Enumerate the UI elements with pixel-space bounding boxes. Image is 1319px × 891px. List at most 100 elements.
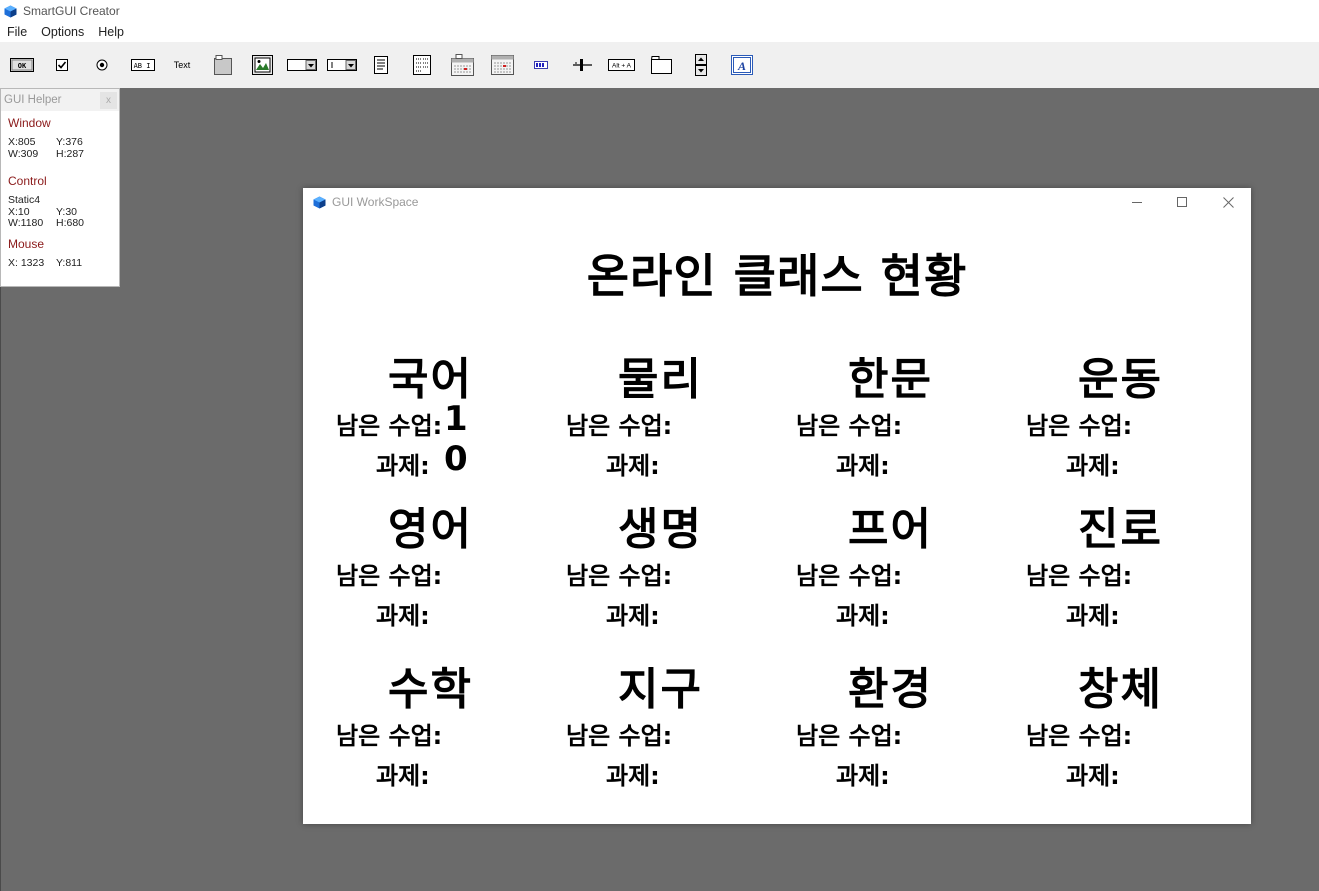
tool-edit[interactable]: AB I [130, 54, 155, 76]
assignment-label: 과제: [836, 762, 890, 790]
tool-monthcal[interactable] [490, 54, 514, 76]
assignment-label: 과제: [1066, 452, 1120, 480]
assignment-label: 과제: [1066, 602, 1120, 630]
font-icon: A [731, 55, 753, 75]
tool-datetime[interactable] [450, 54, 474, 76]
close-icon [1222, 196, 1234, 208]
workspace-title-bar[interactable]: GUI WorkSpace [303, 188, 1251, 216]
window-h: H:287 [56, 147, 85, 160]
svg-text:OK: OK [17, 62, 26, 70]
monthcal-icon [490, 55, 514, 75]
remaining-classes-label: 남은 수업: [336, 562, 443, 590]
tool-listbox[interactable] [373, 54, 389, 76]
remaining-classes-label: 남은 수업: [566, 562, 673, 590]
assignment-label: 과제: [836, 452, 890, 480]
ok-button-icon: OK [9, 58, 34, 72]
slider-icon [572, 59, 592, 71]
updown-icon [695, 54, 707, 76]
assignment-value: 0 [444, 439, 468, 479]
tab-icon [650, 56, 672, 74]
subject-name: 영어 [388, 504, 473, 555]
menu-bar: File Options Help [0, 22, 1319, 42]
mouse-x: X: 1323 [8, 256, 45, 269]
gui-workspace-window[interactable]: GUI WorkSpace 온라인 클래스 현황 국어 남은 수업: 과제: 1 0 물리… [303, 188, 1251, 824]
text-icon: Text [173, 60, 191, 70]
tool-groupbox[interactable] [213, 54, 232, 76]
helper-title: GUI Helper [4, 94, 62, 106]
remaining-classes-label: 남은 수업: [566, 722, 673, 750]
helper-control-label: Control [8, 174, 47, 188]
tool-text[interactable]: Text [171, 54, 193, 76]
control-h: H:680 [56, 217, 85, 229]
assignment-label: 과제: [376, 602, 430, 630]
subject-name: 국어 [388, 354, 473, 405]
tool-ok-button[interactable]: OK [9, 54, 34, 76]
svg-text:A: A [737, 59, 746, 73]
helper-window-label: Window [8, 116, 51, 130]
remaining-classes-label: 남은 수업: [796, 562, 903, 590]
tool-tab[interactable] [650, 54, 672, 76]
assignment-label: 과제: [606, 602, 660, 630]
helper-mouse-info: X: 1323 Y:811 [8, 256, 119, 270]
remaining-classes-value: 1 [444, 399, 468, 439]
groupbox-icon [213, 55, 232, 75]
maximize-icon [1177, 197, 1187, 207]
checkbox-icon [56, 59, 68, 71]
helper-window-info: X:805 Y:376 W:309 H:287 [8, 136, 119, 160]
assignment-label: 과제: [376, 762, 430, 790]
tool-checkbox[interactable] [55, 54, 69, 76]
tool-combobox[interactable] [327, 54, 357, 76]
menu-file[interactable]: File [0, 25, 34, 39]
datetime-icon [450, 54, 474, 76]
helper-close-button[interactable]: x [100, 91, 117, 109]
assignment-label: 과제: [376, 452, 430, 480]
tool-updown[interactable] [694, 54, 708, 76]
subject-name: 수학 [388, 664, 473, 715]
helper-control-info: Static4 X:10 Y:30 W:1180 H:680 [8, 194, 119, 230]
tool-progress[interactable] [533, 54, 549, 76]
minimize-icon [1132, 202, 1142, 203]
assignment-label: 과제: [1066, 762, 1120, 790]
tool-radio[interactable] [95, 54, 108, 76]
minimize-button[interactable] [1114, 188, 1160, 216]
listbox-icon [374, 56, 388, 74]
subject-name: 생명 [618, 504, 703, 555]
subject-name: 창체 [1078, 664, 1163, 715]
listview-icon [413, 55, 431, 75]
subject-name: 물리 [618, 354, 703, 405]
close-button[interactable] [1205, 188, 1251, 216]
app-cube-icon [313, 196, 326, 208]
dropdown-icon [287, 59, 317, 71]
menu-options[interactable]: Options [34, 25, 91, 39]
hotkey-icon: Alt + A [607, 59, 635, 71]
helper-mouse-label: Mouse [8, 236, 45, 251]
subject-name: 운동 [1078, 354, 1163, 405]
tool-dropdown[interactable] [287, 54, 317, 76]
edit-icon: AB I [130, 59, 155, 71]
tool-font[interactable]: A [731, 54, 753, 76]
control-name: Static4 [8, 194, 41, 206]
remaining-classes-label: 남은 수업: [796, 412, 903, 440]
tool-listview[interactable] [412, 54, 432, 76]
assignment-label: 과제: [606, 452, 660, 480]
app-title: SmartGUI Creator [23, 4, 120, 18]
picture-icon [251, 55, 273, 75]
tool-slider[interactable] [571, 54, 593, 76]
remaining-classes-label: 남은 수업: [336, 412, 443, 440]
subject-name: 프어 [848, 504, 933, 555]
maximize-button[interactable] [1159, 188, 1205, 216]
close-icon: x [106, 94, 111, 106]
menu-help[interactable]: Help [91, 25, 131, 39]
window-x: X:805 [8, 136, 36, 148]
assignment-label: 과제: [606, 762, 660, 790]
tool-picture[interactable] [251, 54, 273, 76]
subject-name: 환경 [848, 664, 933, 715]
window-w: W:309 [8, 147, 39, 160]
remaining-classes-label: 남은 수업: [1026, 412, 1133, 440]
tool-hotkey[interactable]: Alt + A [607, 54, 635, 76]
progress-icon [534, 61, 548, 69]
radio-icon [96, 59, 107, 71]
subject-name: 진로 [1078, 504, 1163, 555]
helper-title-bar[interactable]: GUI Helper x [1, 89, 119, 111]
app-title-bar: SmartGUI Creator [0, 0, 1319, 22]
